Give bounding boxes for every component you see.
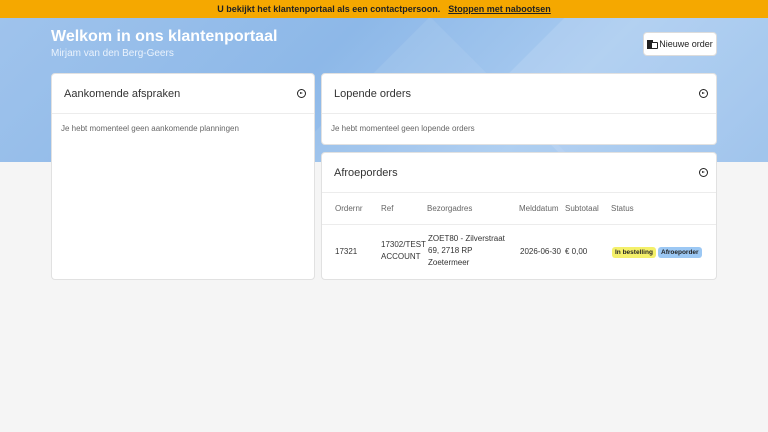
page-title: Welkom in ons klantenportaal bbox=[51, 28, 278, 45]
address-line: ZOET80 - Zilverstraat bbox=[428, 234, 505, 243]
orders-header: Lopende orders bbox=[322, 74, 716, 114]
appointments-empty-text: Je hebt momenteel geen aankomende planni… bbox=[61, 124, 239, 133]
new-order-label: Nieuwe order bbox=[659, 39, 713, 49]
column-header: Ref bbox=[381, 204, 394, 213]
column-header: Bezorgadres bbox=[427, 204, 473, 213]
status-badge: Afroeporder bbox=[658, 247, 702, 258]
table-divider bbox=[322, 224, 716, 225]
appointments-header: Aankomende afspraken bbox=[52, 74, 314, 114]
ref-line: ACCOUNT bbox=[381, 252, 421, 261]
appointments-title: Aankomende afspraken bbox=[64, 87, 181, 100]
arrow-circle-right-icon[interactable] bbox=[699, 89, 708, 98]
callorders-header: Afroeporders bbox=[322, 153, 716, 193]
orders-title: Lopende orders bbox=[334, 87, 412, 100]
column-header: Melddatum bbox=[519, 204, 559, 213]
ref-line: 17302/TEST bbox=[381, 240, 426, 249]
appointments-card: Aankomende afspraken Je hebt momenteel g… bbox=[51, 73, 315, 280]
stop-impersonation-link[interactable]: Stoppen met nabootsen bbox=[448, 4, 551, 14]
order-number: 17321 bbox=[335, 247, 358, 256]
banner-message: U bekijkt het klantenportaal als een con… bbox=[217, 4, 441, 14]
arrow-circle-right-icon[interactable] bbox=[297, 89, 306, 98]
delivery-address: ZOET80 - Zilverstraat 69, 2718 RP Zoeter… bbox=[428, 233, 505, 269]
new-order-button[interactable]: Nieuwe order bbox=[643, 32, 717, 56]
user-name: Mirjam van den Berg-Geers bbox=[51, 48, 174, 59]
orders-card: Lopende orders Je hebt momenteel geen lo… bbox=[321, 73, 717, 145]
callorders-title: Afroeporders bbox=[334, 166, 398, 179]
orders-empty-text: Je hebt momenteel geen lopende orders bbox=[331, 124, 475, 133]
address-line: 69, 2718 RP bbox=[428, 246, 473, 255]
callorders-card: Afroeporders Ordernr Ref Bezorgadres Mel… bbox=[321, 152, 717, 280]
column-header: Status bbox=[611, 204, 634, 213]
subtotal: € 0,00 bbox=[565, 247, 588, 256]
new-order-icon bbox=[647, 39, 659, 49]
column-header: Subtotaal bbox=[565, 204, 599, 213]
status-badge: In bestelling bbox=[612, 247, 656, 258]
address-line: Zoetermeer bbox=[428, 258, 470, 267]
column-header: Ordernr bbox=[335, 204, 363, 213]
order-ref: 17302/TEST ACCOUNT bbox=[381, 239, 426, 263]
arrow-circle-right-icon[interactable] bbox=[699, 168, 708, 177]
report-date: 2026-06-30 bbox=[520, 247, 561, 256]
impersonation-banner: U bekijkt het klantenportaal als een con… bbox=[0, 0, 768, 18]
